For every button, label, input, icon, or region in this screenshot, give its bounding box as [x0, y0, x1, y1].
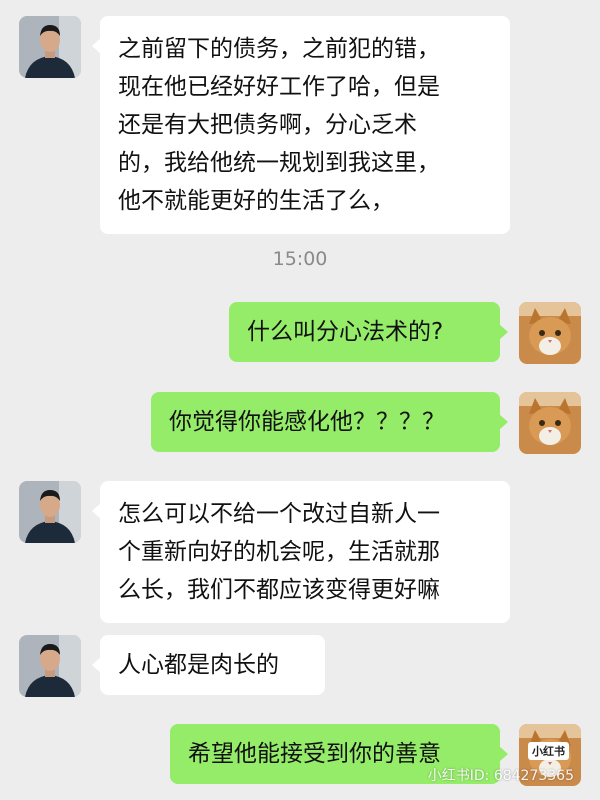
self-avatar[interactable]: [519, 392, 581, 454]
message-bubble-outgoing[interactable]: 你觉得你能感化他？？？？: [151, 392, 508, 452]
message-line: 还是有大把债务啊，分心乏术: [118, 112, 417, 138]
message-line: 么长，我们不都应该变得更好嘛: [118, 577, 440, 603]
message-line: 之前留下的债务，之前犯的错，: [118, 36, 440, 62]
message-bubble-incoming[interactable]: 人心都是肉长的: [92, 635, 325, 695]
message-bubble-incoming[interactable]: 怎么可以不给一个改过自新人一 个重新向好的机会呢，生活就那 么长，我们不都应该变…: [92, 481, 510, 623]
message-line: 个重新向好的机会呢，生活就那: [118, 539, 440, 565]
message-line: 的，我给他统一规划到我这里，: [118, 150, 440, 176]
message-bubble-outgoing[interactable]: 什么叫分心法术的?: [229, 302, 508, 362]
message-line: 现在他已经好好工作了哈，但是: [118, 74, 440, 100]
man-portrait-icon: [19, 481, 81, 543]
message-line: 人心都是肉长的: [118, 652, 279, 678]
contact-avatar[interactable]: [19, 635, 81, 697]
cat-icon: [519, 302, 581, 364]
contact-avatar[interactable]: [19, 481, 81, 543]
watermark-text: 小红书ID: 684273365: [427, 768, 574, 784]
message-line: 什么叫分心法术的?: [247, 319, 444, 345]
message-line: 你觉得你能感化他？？？？: [169, 409, 445, 435]
self-avatar[interactable]: [519, 302, 581, 364]
chat-timestamp: 15:00: [272, 248, 328, 270]
message-line: 他不就能更好的生活了么，: [118, 188, 394, 214]
message-line: 怎么可以不给一个改过自新人一: [118, 501, 440, 527]
cat-icon: [519, 392, 581, 454]
man-portrait-icon: [19, 635, 81, 697]
man-portrait-icon: [19, 16, 81, 78]
message-bubble-incoming[interactable]: 之前留下的债务，之前犯的错， 现在他已经好好工作了哈，但是 还是有大把债务啊，分…: [92, 16, 510, 234]
contact-avatar[interactable]: [19, 16, 81, 78]
watermark-logo: 小红书: [528, 742, 569, 760]
